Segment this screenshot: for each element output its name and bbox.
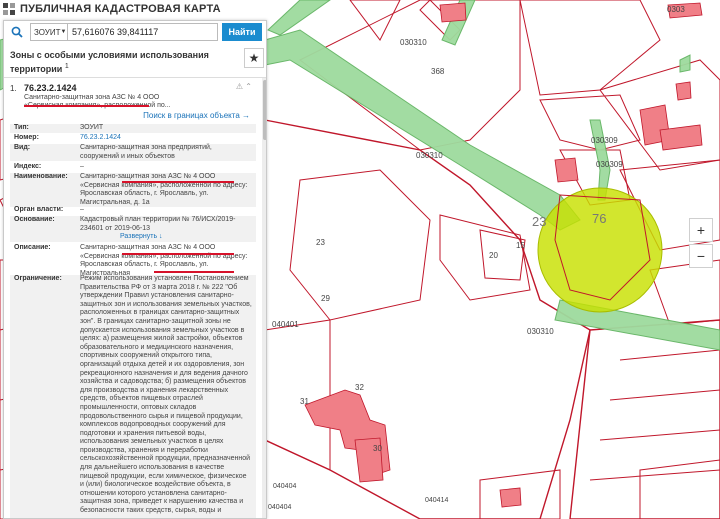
map-label: 23 bbox=[316, 238, 325, 247]
map-label: 32 bbox=[355, 383, 364, 392]
rosreestr-logo-icon bbox=[3, 2, 15, 15]
redaction-mark bbox=[154, 271, 234, 273]
result-index: 1. bbox=[10, 84, 17, 93]
map-label: 368 bbox=[431, 67, 445, 76]
map-label: 030310 bbox=[527, 327, 554, 336]
collapse-icon[interactable]: ⌃ bbox=[245, 82, 252, 91]
minus-icon: − bbox=[696, 248, 706, 264]
result-item[interactable]: 1. 76.23.2.1424 ⚠ ⌃ Санитарно-защитная з… bbox=[10, 82, 256, 122]
sanitary-zone-highlight[interactable] bbox=[537, 187, 663, 313]
attr-row-type: Тип: ЗОУИТ bbox=[10, 124, 256, 133]
layer-title-text: Зоны с особыми условиями использования т… bbox=[10, 50, 209, 74]
scrollbar[interactable] bbox=[262, 78, 266, 518]
layer-title: Зоны с особыми условиями использования т… bbox=[10, 50, 220, 75]
search-input[interactable] bbox=[68, 23, 218, 41]
attr-row-basis: Основание: Кадастровый план территории №… bbox=[10, 216, 256, 242]
map-label: 30 bbox=[373, 444, 382, 453]
results-list[interactable]: 1. 76.23.2.1424 ⚠ ⌃ Санитарно-защитная з… bbox=[4, 77, 266, 518]
app-title: ПУБЛИЧНАЯ КАДАСТРОВАЯ КАРТА bbox=[20, 3, 221, 15]
map-label: 15 bbox=[516, 241, 525, 250]
redaction-mark bbox=[122, 253, 234, 255]
redaction-mark bbox=[24, 105, 149, 107]
map-label-quarter: 76 bbox=[592, 211, 607, 226]
app-header: ПУБЛИЧНАЯ КАДАСТРОВАЯ КАРТА bbox=[0, 0, 270, 18]
warning-icon[interactable]: ⚠ bbox=[236, 82, 243, 91]
result-subtitle: Санитарно-защитная зона АЗС № 4 ООО «Сер… bbox=[24, 94, 171, 109]
plus-icon: + bbox=[696, 222, 706, 238]
search-bar: ЗОУИТ ▼ Найти bbox=[4, 21, 266, 43]
map-label: 030310 bbox=[416, 151, 443, 160]
chevron-down-icon: ▼ bbox=[60, 29, 67, 35]
star-icon: ★ bbox=[248, 51, 260, 65]
redaction-mark bbox=[122, 181, 234, 183]
map-label: 040414 bbox=[425, 497, 449, 504]
map-label: 31 bbox=[300, 397, 309, 406]
map-label: 040404 bbox=[273, 483, 297, 490]
map-label: 29 bbox=[321, 294, 330, 303]
search-icon[interactable] bbox=[4, 21, 30, 43]
map-label: 030310 bbox=[400, 38, 427, 47]
scrollbar-thumb[interactable] bbox=[263, 80, 266, 140]
attr-row-description: Описание: Санитарно-защитная зона АЗС № … bbox=[14, 244, 248, 277]
map-label: 20 bbox=[489, 251, 498, 260]
map-label-quarter: 23 bbox=[532, 214, 547, 229]
map-label: 030309 bbox=[591, 136, 618, 145]
result-cad-number[interactable]: 76.23.2.1424 bbox=[24, 83, 77, 93]
attr-row-kind: Вид: Санитарно-защитная зона предприятий… bbox=[10, 144, 256, 162]
map-label: 040401 bbox=[272, 320, 299, 329]
attr-row-index: Индекс: – bbox=[14, 163, 84, 170]
object-type-select[interactable]: ЗОУИТ ▼ bbox=[30, 23, 68, 41]
expand-link[interactable]: Развернуть ↓ bbox=[80, 233, 252, 242]
map-label: 0303 bbox=[667, 5, 685, 14]
layer-footnote: 1 bbox=[64, 63, 69, 70]
attr-row-number: Номер: 76.23.2.1424 bbox=[14, 134, 121, 141]
zoom-in-button[interactable]: + bbox=[689, 218, 713, 242]
map-label: 040404 bbox=[268, 504, 292, 511]
map-label: 030309 bbox=[596, 160, 623, 169]
search-in-bounds-link[interactable]: Поиск в границах объекта → bbox=[143, 111, 250, 120]
zoom-out-button[interactable]: − bbox=[689, 244, 713, 268]
favorite-button[interactable]: ★ bbox=[244, 48, 264, 68]
object-type-value: ЗОУИТ bbox=[34, 27, 61, 37]
result-tools: ⚠ ⌃ bbox=[236, 82, 252, 91]
find-button[interactable]: Найти bbox=[222, 23, 262, 41]
attr-row-restriction: Ограничение: Режим использования установ… bbox=[10, 275, 256, 518]
search-panel: ЗОУИТ ▼ Найти Зоны с особыми условиями и… bbox=[3, 20, 267, 519]
attr-row-authority: Орган власти: – bbox=[14, 206, 84, 213]
layer-header: Зоны с особыми условиями использования т… bbox=[4, 47, 266, 75]
attr-row-name: Наименование: Санитарно-защитная зона АЗ… bbox=[10, 173, 256, 208]
